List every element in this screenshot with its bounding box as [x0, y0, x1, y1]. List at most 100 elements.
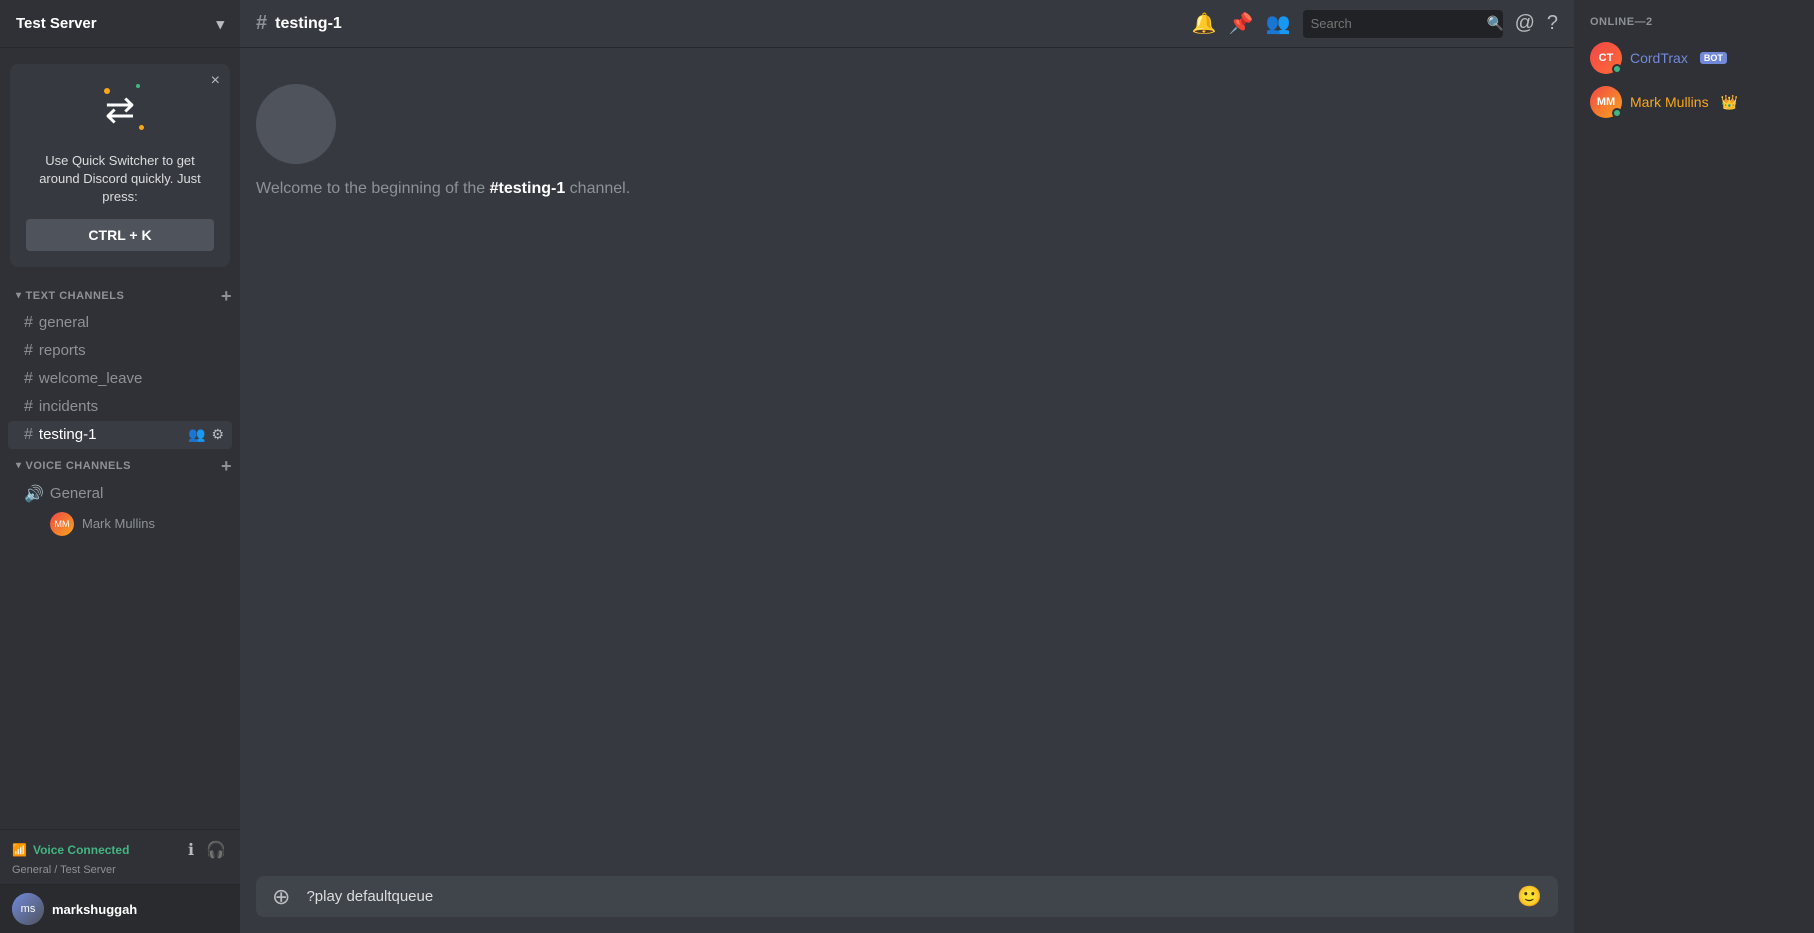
welcome-text-after: channel.: [565, 180, 630, 197]
voice-connected-bar: 📶 Voice Connected ℹ 🎧 General / Test Ser…: [0, 829, 240, 884]
hash-icon: #: [24, 314, 33, 332]
user-area: ms markshuggah: [0, 884, 240, 933]
channel-name: general: [39, 314, 224, 331]
member-item-cordtrax[interactable]: CT CordTrax BOT: [1582, 36, 1806, 80]
voice-connected-top: 📶 Voice Connected ℹ 🎧: [12, 838, 228, 862]
member-avatar-cordtrax: CT: [1590, 42, 1622, 74]
online-indicator: [1612, 64, 1622, 74]
search-box[interactable]: 🔍: [1303, 10, 1503, 38]
channel-item-incidents[interactable]: # incidents: [8, 393, 232, 421]
member-name-mark: Mark Mullins: [1630, 94, 1709, 110]
main-content: # testing-1 🔔 📌 👥 🔍 @ ? Welcome to the b…: [240, 0, 1574, 933]
chat-input-wrapper: ⊕ 🙂: [256, 876, 1558, 917]
header-right: 🔔 📌 👥 🔍 @ ?: [1192, 10, 1558, 38]
voice-connected-label: Voice Connected: [33, 843, 129, 857]
quick-switcher-description: Use Quick Switcher to get around Discord…: [26, 152, 214, 207]
chat-header: # testing-1 🔔 📌 👥 🔍 @ ?: [240, 0, 1574, 48]
add-voice-channel-icon[interactable]: +: [221, 457, 232, 475]
voice-info-button[interactable]: ℹ: [186, 838, 196, 862]
online-count-header: ONLINE—2: [1582, 16, 1806, 28]
channel-item-welcome-leave[interactable]: # welcome_leave: [8, 365, 232, 393]
welcome-avatars: [256, 84, 424, 164]
hash-icon: #: [24, 398, 33, 416]
avatar-image: MM: [50, 512, 74, 536]
dot-decoration: [104, 88, 110, 94]
voice-member-name: Mark Mullins: [82, 516, 155, 531]
chat-input-area: ⊕ 🙂: [240, 868, 1574, 933]
hash-icon: #: [24, 370, 33, 388]
welcome-section: Welcome to the beginning of the #testing…: [256, 64, 1558, 198]
member-name-cordtrax: CordTrax: [1630, 50, 1688, 66]
channel-name: testing-1: [39, 426, 188, 443]
voice-member-mark[interactable]: MM Mark Mullins: [8, 509, 232, 539]
bot-badge: BOT: [1700, 52, 1727, 64]
server-chevron-icon: ▾: [216, 15, 224, 33]
search-input[interactable]: [1311, 16, 1487, 31]
settings-icon[interactable]: ⚙: [211, 426, 224, 443]
hash-icon: #: [24, 342, 33, 360]
arrows-icon: ⇄: [105, 89, 135, 131]
search-icon: 🔍: [1487, 15, 1504, 32]
welcome-avatar-2: [344, 84, 424, 164]
collapse-icon: ▾: [16, 460, 22, 471]
voice-connected-subtext: General / Test Server: [12, 864, 228, 876]
sidebar-content: × ⇄ Use Quick Switcher to get around Dis…: [0, 48, 240, 829]
welcome-avatar-1: [256, 84, 336, 164]
text-channels-header[interactable]: ▾ TEXT CHANNELS +: [0, 283, 240, 309]
voice-channels-header[interactable]: ▾ VOICE CHANNELS +: [0, 453, 240, 479]
channel-item-reports[interactable]: # reports: [8, 337, 232, 365]
channel-name: welcome_leave: [39, 370, 224, 387]
mention-icon[interactable]: @: [1515, 12, 1535, 35]
channel-item-general[interactable]: # general: [8, 309, 232, 337]
voice-member-avatar: MM: [50, 512, 74, 536]
quick-switcher-icon: ⇄: [90, 80, 150, 140]
voice-connected-actions: ℹ 🎧: [186, 838, 228, 862]
add-member-icon[interactable]: 👥: [188, 426, 205, 443]
members-icon[interactable]: 👥: [1266, 11, 1291, 36]
welcome-channel-name: #testing-1: [490, 180, 566, 197]
voice-connected-status: 📶 Voice Connected: [12, 843, 129, 857]
username: markshuggah: [52, 902, 228, 917]
welcome-message: Welcome to the beginning of the #testing…: [256, 180, 630, 198]
notifications-icon[interactable]: 🔔: [1192, 11, 1217, 36]
add-attachment-button[interactable]: ⊕: [264, 878, 298, 916]
server-name: Test Server: [16, 15, 97, 32]
channel-item-testing-1[interactable]: # testing-1 👥 ⚙: [8, 421, 232, 449]
member-item-mark-mullins[interactable]: MM Mark Mullins 👑: [1582, 80, 1806, 124]
user-avatar: ms: [12, 893, 44, 925]
online-indicator: [1612, 108, 1622, 118]
member-avatar-mark: MM: [1590, 86, 1622, 118]
voice-channel-general[interactable]: 🔊 General: [8, 479, 232, 509]
channel-header-name: testing-1: [275, 15, 342, 33]
voice-bars-icon: 📶: [12, 843, 27, 857]
user-info: markshuggah: [52, 902, 228, 917]
text-channels-section: ▾ TEXT CHANNELS + # general # reports # …: [0, 283, 240, 449]
dot-decoration: [139, 125, 144, 130]
server-header[interactable]: Test Server ▾: [0, 0, 240, 48]
hash-icon: #: [24, 426, 33, 444]
channel-actions: 👥 ⚙: [188, 426, 224, 443]
collapse-icon: ▾: [16, 290, 22, 301]
members-sidebar: ONLINE—2 CT CordTrax BOT MM Mark Mullins…: [1574, 0, 1814, 933]
channel-hash-icon: #: [256, 12, 267, 35]
close-icon[interactable]: ×: [211, 72, 220, 90]
chat-input[interactable]: [298, 877, 1509, 916]
emoji-button[interactable]: 🙂: [1509, 876, 1550, 917]
welcome-text-before: Welcome to the beginning of the: [256, 180, 490, 197]
voice-channels-label: VOICE CHANNELS: [26, 460, 131, 472]
help-icon[interactable]: ?: [1547, 12, 1558, 35]
add-channel-icon[interactable]: +: [221, 287, 232, 305]
voice-disconnect-button[interactable]: 🎧: [204, 838, 228, 862]
quick-switcher-shortcut-button[interactable]: CTRL + K: [26, 219, 214, 251]
user-avatar-image: ms: [12, 893, 44, 925]
sidebar: Test Server ▾ × ⇄ Use Quick Switcher to …: [0, 0, 240, 933]
channel-name: reports: [39, 342, 224, 359]
speaker-icon: 🔊: [24, 484, 44, 504]
quick-switcher-popup: × ⇄ Use Quick Switcher to get around Dis…: [10, 64, 230, 267]
channel-name: incidents: [39, 398, 224, 415]
voice-channels-section: ▾ VOICE CHANNELS + 🔊 General MM Mark Mul…: [0, 453, 240, 539]
bookmark-icon[interactable]: 📌: [1229, 11, 1254, 36]
chat-messages: Welcome to the beginning of the #testing…: [240, 48, 1574, 868]
owner-badge-icon: 👑: [1721, 94, 1738, 111]
voice-channel-name: General: [50, 485, 103, 502]
